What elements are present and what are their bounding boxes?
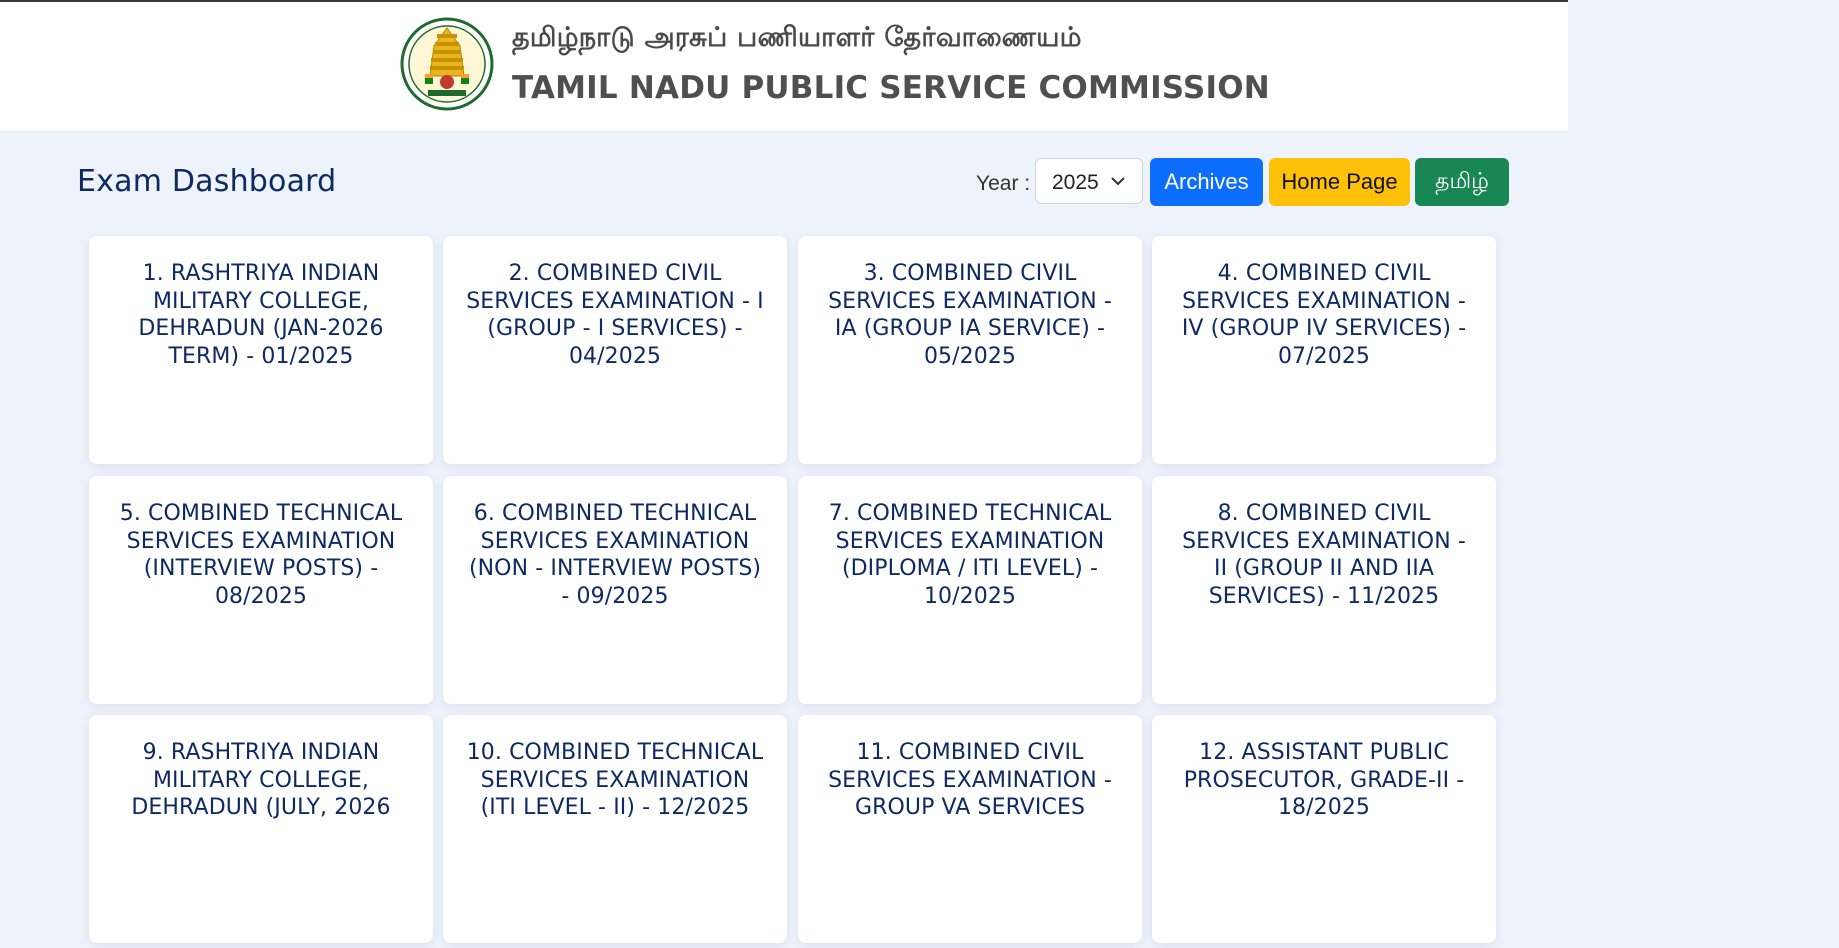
exam-card-title: 1. RASHTRIYA INDIAN MILITARY COLLEGE, DE… — [138, 261, 384, 369]
exam-card[interactable]: 5. COMBINED TECHNICAL SERVICES EXAMINATI… — [89, 476, 433, 704]
exam-card[interactable]: 7. COMBINED TECHNICAL SERVICES EXAMINATI… — [798, 476, 1142, 704]
home-page-button[interactable]: Home Page — [1269, 158, 1410, 206]
chevron-down-icon — [1111, 177, 1125, 186]
exam-card-title: 4. COMBINED CIVIL SERVICES EXAMINATION -… — [1181, 261, 1467, 369]
english-title: TAMIL NADU PUBLIC SERVICE COMMISSION — [512, 70, 1270, 106]
exam-card[interactable]: 3. COMBINED CIVIL SERVICES EXAMINATION -… — [798, 236, 1142, 464]
dashboard-toolbar: Exam Dashboard Year : 2025 Archives Home… — [0, 132, 1568, 236]
exam-card[interactable]: 8. COMBINED CIVIL SERVICES EXAMINATION -… — [1152, 476, 1496, 704]
site-header: தமிழ்நாடு அரசுப் பணியாளர் தேர்வாணையம் TA… — [0, 2, 1568, 132]
tamil-title: தமிழ்நாடு அரசுப் பணியாளர் தேர்வாணையம் — [512, 22, 1082, 53]
archives-button[interactable]: Archives — [1150, 158, 1263, 206]
exam-card[interactable]: 9. RASHTRIYA INDIAN MILITARY COLLEGE, DE… — [89, 715, 433, 943]
year-select-value: 2025 — [1052, 171, 1099, 194]
exam-card[interactable]: 2. COMBINED CIVIL SERVICES EXAMINATION -… — [443, 236, 787, 464]
exam-card[interactable]: 11. COMBINED CIVIL SERVICES EXAMINATION … — [798, 715, 1142, 943]
exam-card-title: 3. COMBINED CIVIL SERVICES EXAMINATION -… — [828, 261, 1112, 369]
exam-card-title: 10. COMBINED TECHNICAL SERVICES EXAMINAT… — [466, 740, 764, 820]
exam-card-title: 6. COMBINED TECHNICAL SERVICES EXAMINATI… — [468, 501, 762, 609]
exam-card[interactable]: 6. COMBINED TECHNICAL SERVICES EXAMINATI… — [443, 476, 787, 704]
exam-card-title: 8. COMBINED CIVIL SERVICES EXAMINATION -… — [1182, 501, 1466, 609]
tamil-nadu-emblem-logo — [400, 17, 494, 111]
year-label: Year : — [976, 172, 1031, 195]
exam-card-title: 2. COMBINED CIVIL SERVICES EXAMINATION -… — [466, 261, 764, 369]
exam-card-title: 12. ASSISTANT PUBLIC PROSECUTOR, GRADE-I… — [1183, 740, 1465, 820]
exam-card[interactable]: 4. COMBINED CIVIL SERVICES EXAMINATION -… — [1152, 236, 1496, 464]
page-title: Exam Dashboard — [77, 164, 337, 199]
exam-card[interactable]: 12. ASSISTANT PUBLIC PROSECUTOR, GRADE-I… — [1152, 715, 1496, 943]
exam-card[interactable]: 1. RASHTRIYA INDIAN MILITARY COLLEGE, DE… — [89, 236, 433, 464]
exam-card-title: 7. COMBINED TECHNICAL SERVICES EXAMINATI… — [828, 501, 1112, 609]
exam-card-title: 11. COMBINED CIVIL SERVICES EXAMINATION … — [828, 740, 1112, 820]
tamil-language-button[interactable]: தமிழ் — [1415, 158, 1509, 206]
exam-card[interactable]: 10. COMBINED TECHNICAL SERVICES EXAMINAT… — [443, 715, 787, 943]
year-select[interactable]: 2025 — [1035, 158, 1143, 204]
exam-card-title: 5. COMBINED TECHNICAL SERVICES EXAMINATI… — [119, 501, 403, 609]
exam-card-title: 9. RASHTRIYA INDIAN MILITARY COLLEGE, DE… — [131, 740, 391, 820]
